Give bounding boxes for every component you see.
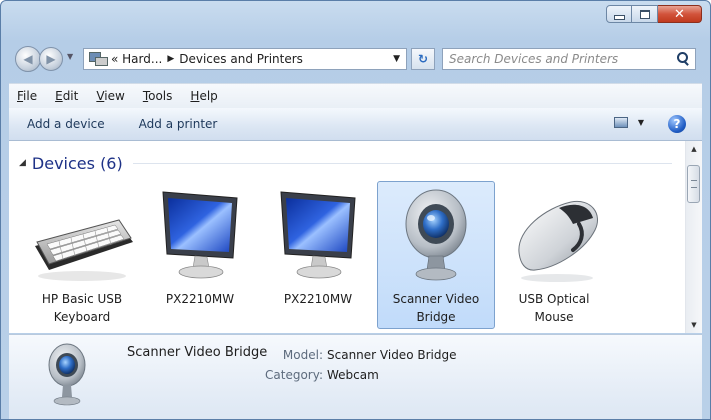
command-bar: Add a device Add a printer ▼ ? xyxy=(9,108,702,141)
help-icon: ? xyxy=(673,117,681,131)
model-value: Scanner Video Bridge xyxy=(327,348,457,362)
details-category-row: Category: Webcam xyxy=(265,365,456,385)
menu-view[interactable]: View xyxy=(96,89,124,103)
change-view-button[interactable]: ▼ xyxy=(613,117,644,128)
device-label: HP Basic USB Keyboard xyxy=(41,292,123,324)
recent-pages-dropdown[interactable]: ▼ xyxy=(67,52,73,61)
maximize-icon xyxy=(639,9,650,19)
address-dropdown-icon[interactable]: ▼ xyxy=(393,54,400,64)
breadcrumb-separator-icon[interactable]: ▶ xyxy=(167,54,174,64)
search-icon[interactable] xyxy=(675,51,691,67)
vertical-scrollbar[interactable]: ▲ ▼ xyxy=(685,141,702,333)
monitor-icon xyxy=(280,191,356,279)
menu-help[interactable]: Help xyxy=(190,89,217,103)
device-item-monitor-2[interactable]: PX2210MW xyxy=(259,181,377,329)
grip-icon xyxy=(691,180,697,188)
category-label: Category: xyxy=(265,368,323,382)
device-item-mouse[interactable]: USB Optical Mouse xyxy=(495,181,613,329)
keyboard-icon xyxy=(35,219,133,281)
forward-button[interactable]: ▶ xyxy=(39,47,63,71)
breadcrumb-devices-printers[interactable]: Devices and Printers xyxy=(179,52,303,66)
menu-file[interactable]: File xyxy=(17,89,37,103)
minimize-button[interactable] xyxy=(606,5,632,23)
view-dropdown-icon[interactable]: ▼ xyxy=(638,118,644,127)
collapse-arrow-icon[interactable]: ◢ xyxy=(19,158,26,168)
details-model-row: Model: Scanner Video Bridge xyxy=(271,345,457,365)
details-device-name: Scanner Video Bridge xyxy=(127,345,268,360)
devices-printers-icon xyxy=(89,52,108,66)
device-label: USB Optical Mouse xyxy=(518,292,590,324)
menu-bar: File Edit View Tools Help xyxy=(9,83,702,109)
close-icon: ✕ xyxy=(674,6,685,22)
help-button[interactable]: ? xyxy=(668,115,686,133)
devices-content-area: ◢ Devices (6) HP Basic USB Keyboard PX22… xyxy=(9,141,702,333)
back-arrow-icon: ◀ xyxy=(23,52,33,66)
device-item-monitor-1[interactable]: PX2210MW xyxy=(141,181,259,329)
refresh-button[interactable]: ↻ xyxy=(411,48,435,70)
close-button[interactable]: ✕ xyxy=(658,5,702,23)
search-box xyxy=(442,48,696,70)
breadcrumb-hardware[interactable]: « Hard... xyxy=(111,52,162,66)
caption-buttons: ✕ xyxy=(606,5,702,23)
view-icon xyxy=(613,117,628,128)
menu-edit[interactable]: Edit xyxy=(55,89,78,103)
device-list: HP Basic USB Keyboard PX2210MW PX2210MW … xyxy=(23,181,613,329)
devices-and-printers-window: ✕ ◀ ▶ ▼ « Hard... ▶ Devices and Printers… xyxy=(0,0,711,420)
device-label: PX2210MW xyxy=(283,292,353,306)
devices-group-header[interactable]: ◢ Devices (6) xyxy=(19,153,672,173)
minimize-icon xyxy=(613,14,625,20)
devices-group-title: Devices (6) xyxy=(31,153,123,173)
refresh-icon: ↻ xyxy=(417,52,429,66)
details-properties: Model: Scanner Video Bridge Category: We… xyxy=(265,345,457,385)
navigation-bar: ◀ ▶ ▼ « Hard... ▶ Devices and Printers ▼… xyxy=(15,46,696,73)
device-item-webcam[interactable]: Scanner Video Bridge xyxy=(377,181,495,329)
details-pane: Scanner Video Bridge Model: Scanner Vide… xyxy=(9,334,702,419)
menu-tools[interactable]: Tools xyxy=(143,89,173,103)
add-device-button[interactable]: Add a device xyxy=(27,117,105,131)
device-item-keyboard[interactable]: HP Basic USB Keyboard xyxy=(23,181,141,329)
add-printer-button[interactable]: Add a printer xyxy=(139,117,218,131)
model-label: Model: xyxy=(282,348,323,362)
webcam-icon xyxy=(48,343,86,406)
mouse-icon xyxy=(518,200,598,282)
category-value: Webcam xyxy=(327,368,379,382)
search-input[interactable] xyxy=(447,51,675,67)
forward-arrow-icon: ▶ xyxy=(46,52,56,66)
device-label: PX2210MW xyxy=(165,292,235,306)
monitor-icon xyxy=(162,191,238,279)
maximize-button[interactable] xyxy=(632,5,658,23)
scroll-down-icon[interactable]: ▼ xyxy=(686,317,702,333)
scroll-thumb[interactable] xyxy=(687,165,700,203)
breadcrumb: « Hard... ▶ Devices and Printers xyxy=(111,52,303,66)
address-bar[interactable]: « Hard... ▶ Devices and Printers ▼ xyxy=(83,48,407,70)
group-divider xyxy=(132,162,672,164)
scroll-up-icon[interactable]: ▲ xyxy=(686,141,702,157)
back-button[interactable]: ◀ xyxy=(15,46,41,72)
webcam-icon xyxy=(405,189,467,281)
device-label: Scanner Video Bridge xyxy=(392,292,480,324)
